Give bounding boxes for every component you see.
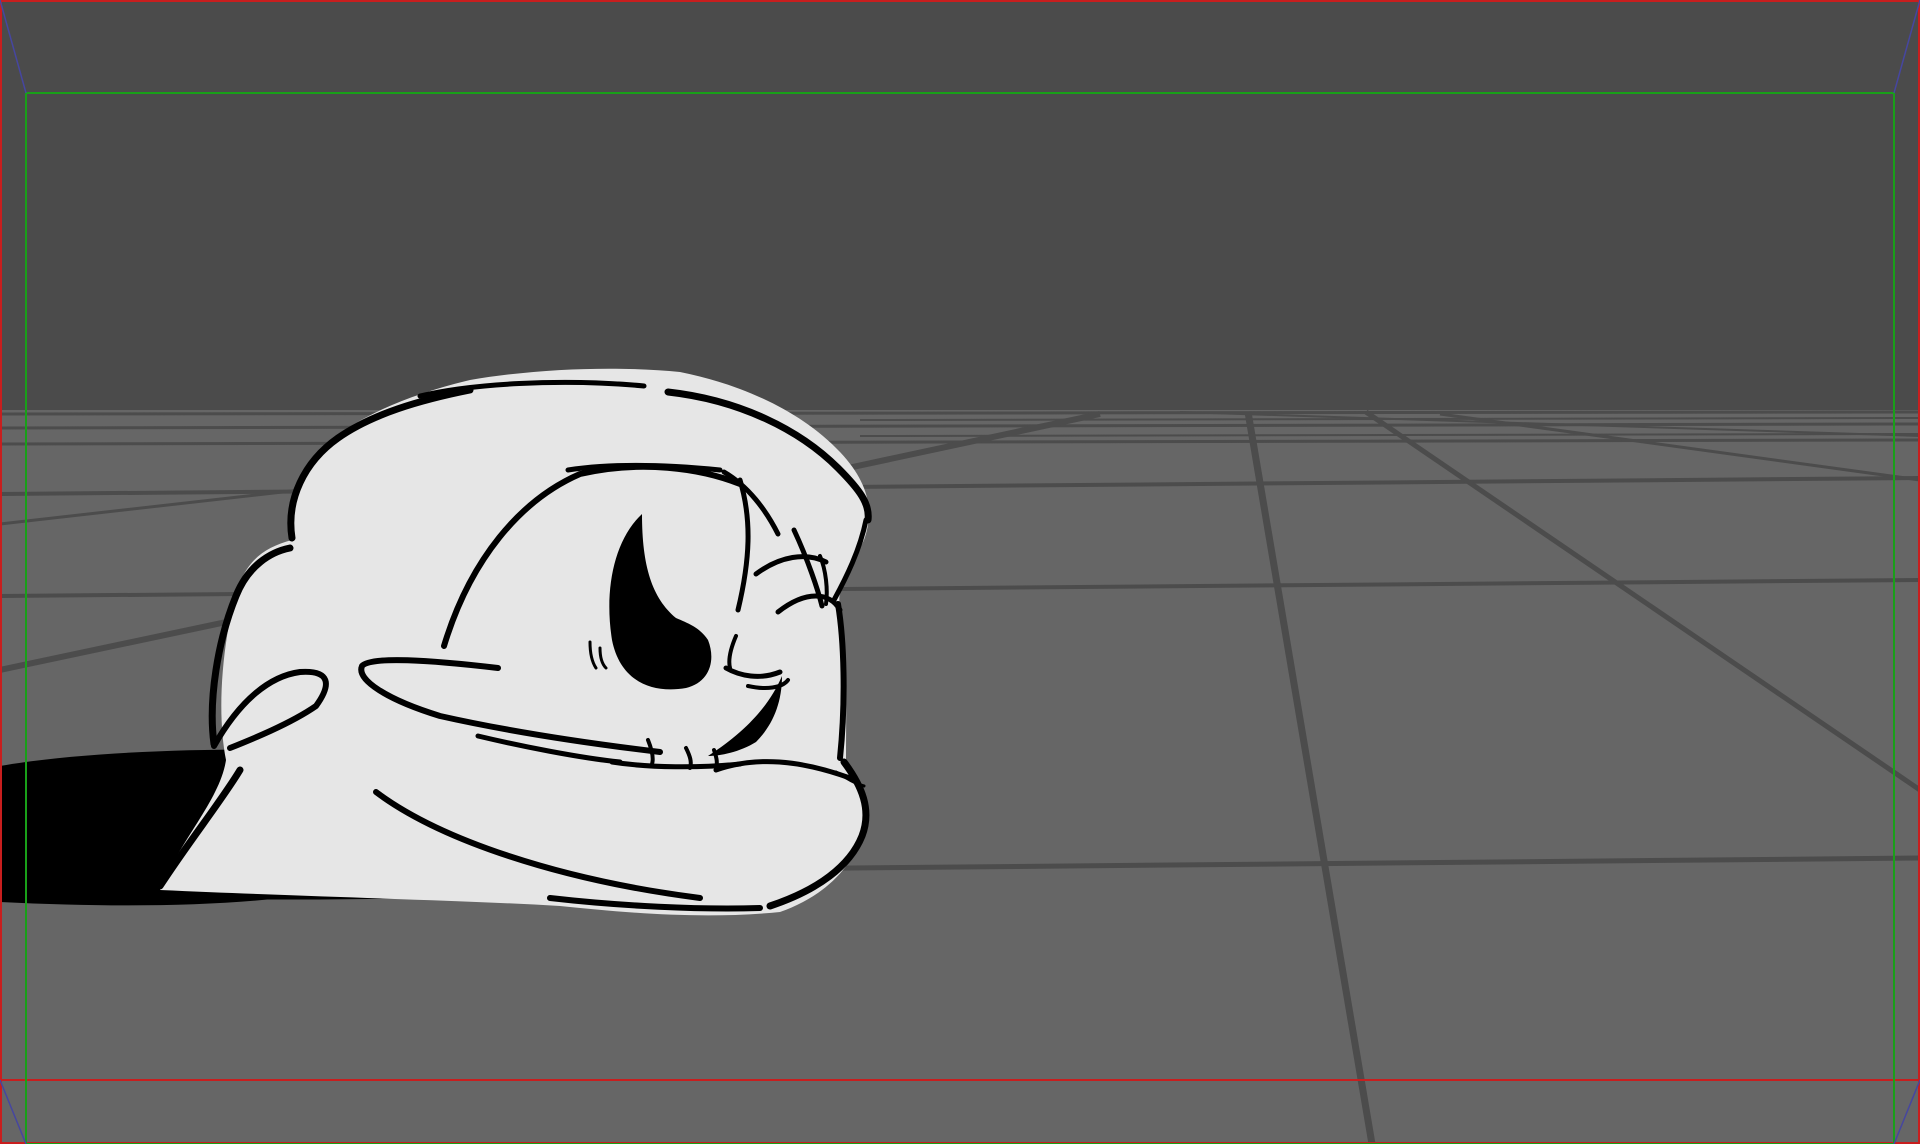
viewport-canvas [0, 0, 1920, 1144]
background-wall [0, 0, 1920, 412]
viewport [0, 0, 1920, 1144]
